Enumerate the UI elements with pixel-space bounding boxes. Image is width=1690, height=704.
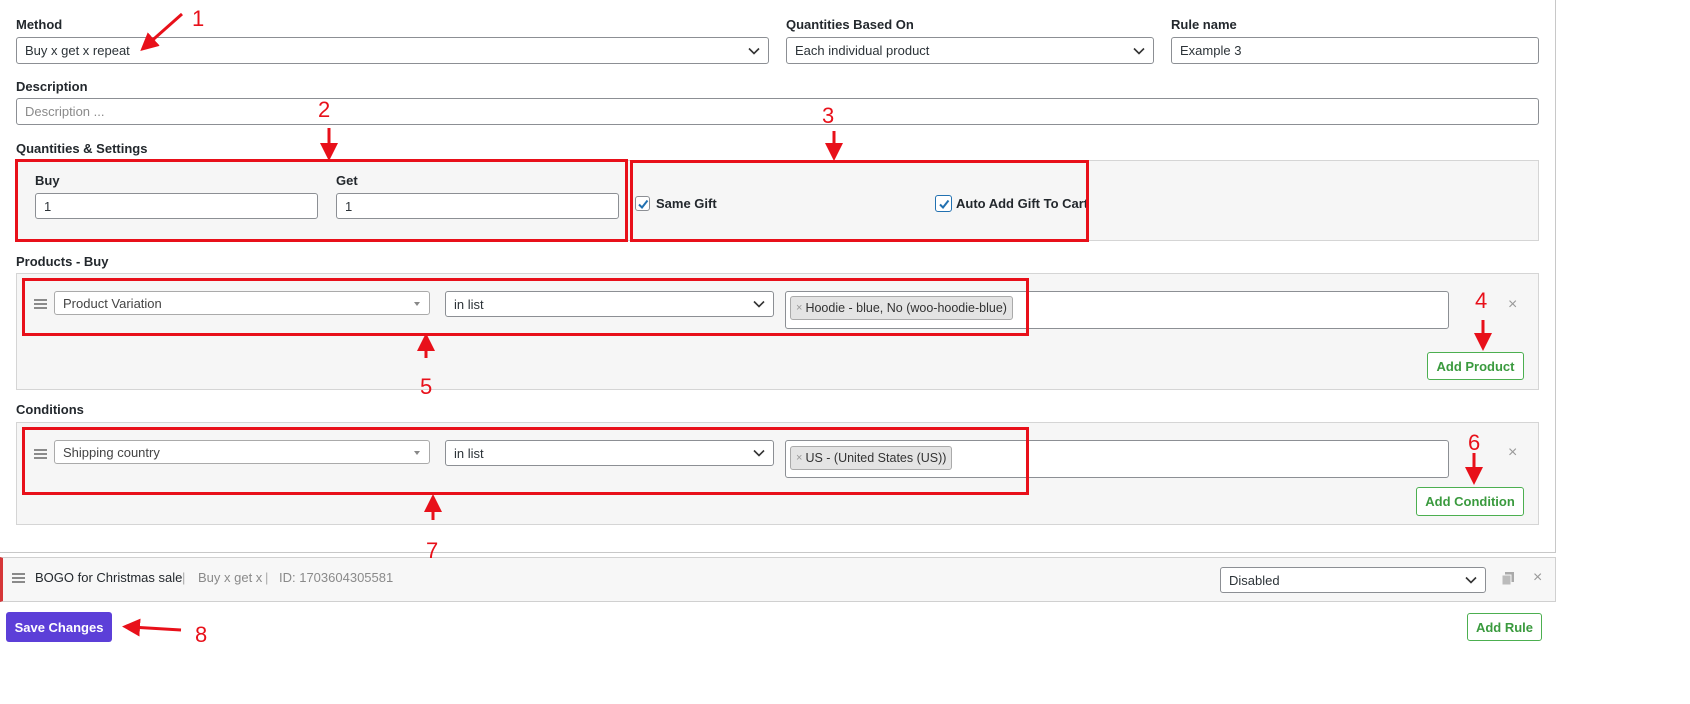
rule-bar-title[interactable]: BOGO for Christmas sale xyxy=(35,570,182,585)
chevron-down-icon xyxy=(748,47,760,55)
description-placeholder: Description ... xyxy=(25,104,105,119)
annotation-number-6: 6 xyxy=(1468,430,1481,455)
add-product-button[interactable]: Add Product xyxy=(1427,352,1524,380)
annotation-box-2 xyxy=(15,159,628,242)
quantities-settings-label: Quantities & Settings xyxy=(16,141,148,156)
rule-bar-id: ID: 1703604305581 xyxy=(279,570,394,585)
rule-bar-method: Buy x get x xyxy=(198,570,263,585)
add-rule-button[interactable]: Add Rule xyxy=(1467,613,1542,641)
conditions-label: Conditions xyxy=(16,402,84,417)
delete-rule-icon[interactable]: × xyxy=(1533,570,1542,586)
method-label: Method xyxy=(16,17,63,32)
remove-product-row-icon[interactable]: × xyxy=(1508,297,1517,313)
quantities-based-value: Each individual product xyxy=(795,43,930,58)
annotation-number-8: 8 xyxy=(195,622,208,647)
method-select-value: Buy x get x repeat xyxy=(25,43,130,58)
rule-name-input[interactable]: Example 3 xyxy=(1171,37,1539,64)
annotation-number-1: 1 xyxy=(192,6,205,31)
save-changes-button[interactable]: Save Changes xyxy=(6,612,112,642)
annotation-number-3: 3 xyxy=(822,103,835,128)
quantities-based-label: Quantities Based On xyxy=(786,17,914,32)
rule-status-select[interactable]: Disabled xyxy=(1220,567,1486,593)
duplicate-icon[interactable] xyxy=(1501,571,1515,586)
rule-status-value: Disabled xyxy=(1229,572,1280,588)
chevron-down-icon xyxy=(1465,576,1477,584)
quantities-based-select[interactable]: Each individual product xyxy=(786,37,1154,64)
rule-bar[interactable]: BOGO for Christmas sale | Buy x get x | … xyxy=(0,557,1556,602)
description-input[interactable]: Description ... xyxy=(16,98,1539,125)
annotation-number-5: 5 xyxy=(420,374,433,399)
annotation-box-7 xyxy=(22,427,1029,495)
annotation-number-2: 2 xyxy=(318,97,331,122)
annotation-box-5 xyxy=(22,278,1029,336)
rule-bar-separator: | xyxy=(265,570,269,585)
add-condition-button[interactable]: Add Condition xyxy=(1416,487,1524,516)
rule-editor-bottom-border xyxy=(0,552,1556,553)
arrow-8 xyxy=(122,618,182,637)
rule-name-label: Rule name xyxy=(1171,17,1237,32)
remove-condition-row-icon[interactable]: × xyxy=(1508,445,1517,461)
rule-name-value: Example 3 xyxy=(1180,43,1242,58)
chevron-down-icon xyxy=(1133,47,1145,55)
rule-editor-border xyxy=(1555,0,1556,553)
products-buy-label: Products - Buy xyxy=(16,254,109,269)
rule-bar-separator: | xyxy=(182,570,186,585)
drag-handle-icon[interactable] xyxy=(12,573,25,583)
description-label: Description xyxy=(16,79,88,94)
method-select[interactable]: Buy x get x repeat xyxy=(16,37,769,64)
annotation-box-3 xyxy=(630,160,1089,242)
annotation-number-4: 4 xyxy=(1475,288,1488,313)
annotation-number-7: 7 xyxy=(426,538,439,563)
